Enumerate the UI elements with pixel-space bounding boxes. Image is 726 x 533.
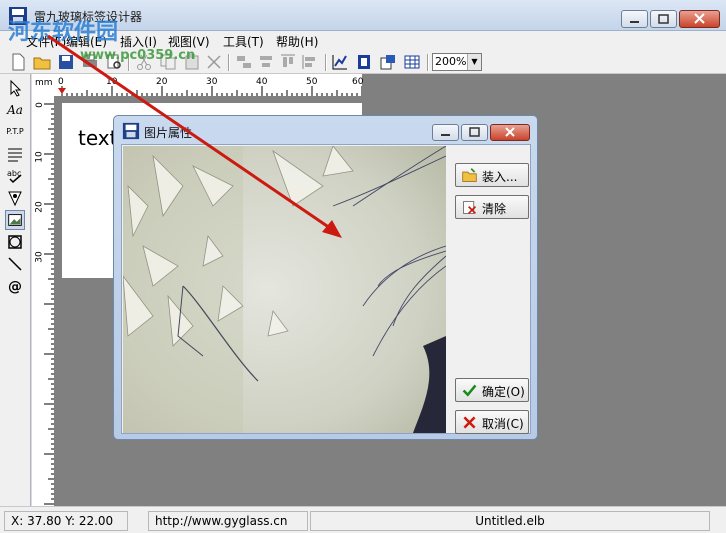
ptp-tool[interactable]: P.T.P <box>2 122 28 142</box>
dialog-minimize-button[interactable] <box>432 124 459 141</box>
minimize-icon <box>441 134 450 136</box>
save-icon[interactable] <box>56 52 76 72</box>
ruler-label-0: 0 <box>58 77 64 87</box>
open-folder-icon[interactable] <box>32 52 52 72</box>
new-file-icon[interactable] <box>8 52 28 72</box>
checkmark-icon <box>462 384 477 397</box>
vruler-label-10: 10 <box>34 151 45 163</box>
dialog-body: 装入... 清除 确定(O) 取消(C) <box>121 144 531 434</box>
watermark-logo: 河东软件园 <box>8 20 119 45</box>
ruler-label-10: 10 <box>106 77 118 87</box>
zoom-value: 200% <box>435 55 467 68</box>
image-preview <box>123 146 446 433</box>
text-object[interactable]: text <box>78 126 117 150</box>
align-top-icon[interactable] <box>278 52 298 72</box>
align-left-icon[interactable] <box>234 52 254 72</box>
zoom-select[interactable]: 200% ▼ <box>432 53 482 71</box>
cancel-label: 取消(C) <box>482 417 524 431</box>
ok-label: 确定(O) <box>482 385 525 399</box>
cancel-button[interactable]: 取消(C) <box>455 410 529 434</box>
status-bar: X: 37.80 Y: 22.00 http://www.gyglass.cn … <box>0 506 726 533</box>
ok-button[interactable]: 确定(O) <box>455 378 529 402</box>
dialog-title: 图片属性 <box>144 126 193 140</box>
clear-image-label: 清除 <box>482 202 507 216</box>
chart-icon[interactable] <box>330 52 350 72</box>
separator <box>228 54 229 71</box>
status-filename: Untitled.elb <box>310 511 710 531</box>
maximize-button[interactable] <box>650 10 677 28</box>
align-bottom-icon[interactable] <box>300 52 320 72</box>
dialog-close-button[interactable] <box>490 124 530 141</box>
clear-icon <box>463 201 477 215</box>
watermark-url: www.pc0359.cn <box>80 48 196 63</box>
maximize-icon <box>658 14 669 24</box>
separator <box>427 54 428 71</box>
text-tool[interactable]: Aa <box>5 100 25 120</box>
load-image-label: 装入... <box>482 170 518 184</box>
menu-tools[interactable]: 工具(T) <box>223 33 264 50</box>
open-folder-icon <box>462 168 477 182</box>
page-setup-icon[interactable] <box>354 52 374 72</box>
vruler-label-0: 0 <box>34 102 45 108</box>
chevron-down-icon: ▼ <box>467 54 481 70</box>
dialog-app-icon <box>122 122 140 140</box>
barcode-tool-icon[interactable] <box>5 188 25 208</box>
load-image-button[interactable]: 装入... <box>455 163 529 187</box>
ruler-label-30: 30 <box>206 77 218 87</box>
separator <box>325 54 326 71</box>
cancel-x-icon <box>463 416 476 429</box>
at-symbol-tool-icon[interactable]: @ <box>5 276 25 296</box>
ruler-label-60: 60 <box>352 77 364 87</box>
tool-palette: Aa P.T.P abc @ <box>0 74 31 506</box>
vertical-ruler: 0 10 20 30 <box>32 96 54 506</box>
status-url: http://www.gyglass.cn <box>148 511 308 531</box>
vruler-label-20: 20 <box>34 201 45 213</box>
vruler-label-30: 30 <box>34 251 45 263</box>
ruler-unit: mm <box>32 74 54 96</box>
clear-image-button[interactable]: 清除 <box>455 195 529 219</box>
horizontal-ruler: 0 10 20 30 40 50 60 <box>54 74 364 96</box>
table-icon[interactable] <box>402 52 422 72</box>
ruler-unit-label: mm <box>35 78 53 88</box>
status-coords: X: 37.80 Y: 22.00 <box>4 511 128 531</box>
spell-tool-icon[interactable]: abc <box>5 166 25 186</box>
ruler-marker-icon <box>58 88 66 94</box>
pointer-tool-icon[interactable] <box>5 78 25 98</box>
paragraph-tool-icon[interactable] <box>5 144 25 164</box>
ruler-label-40: 40 <box>256 77 268 87</box>
maximize-icon <box>469 127 480 137</box>
ruler-label-50: 50 <box>306 77 318 87</box>
close-icon <box>505 127 515 137</box>
delete-icon[interactable] <box>204 52 224 72</box>
align-center-icon[interactable] <box>256 52 276 72</box>
svg-text:@: @ <box>8 279 22 295</box>
ruler-label-20: 20 <box>156 77 168 87</box>
image-properties-dialog: 图片属性 装入... 清除 确定(O) 取消(C) <box>113 115 538 440</box>
rectangle-tool-icon[interactable] <box>5 232 25 252</box>
image-tool-icon[interactable] <box>5 210 25 230</box>
menu-help[interactable]: 帮助(H) <box>276 33 318 50</box>
close-icon <box>694 13 705 24</box>
minimize-icon <box>630 21 639 23</box>
properties-icon[interactable] <box>378 52 398 72</box>
close-button[interactable] <box>679 10 720 28</box>
minimize-button[interactable] <box>621 10 648 28</box>
dialog-maximize-button[interactable] <box>461 124 488 141</box>
line-tool-icon[interactable] <box>5 254 25 274</box>
